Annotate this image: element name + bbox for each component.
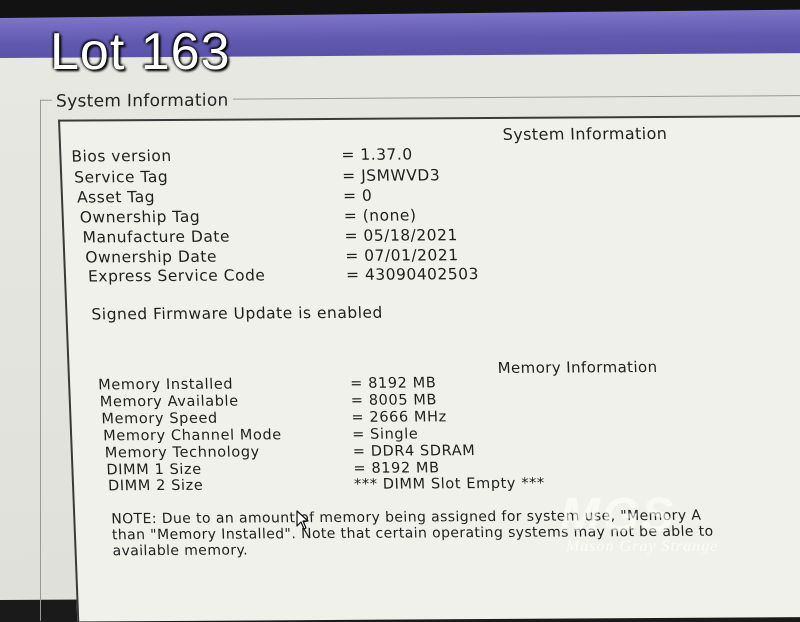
info-label: Ownership Date bbox=[84, 247, 218, 267]
memory-label: Memory Technology bbox=[104, 444, 261, 462]
info-value: = 0 bbox=[342, 186, 373, 205]
watermark-subtitle: Mason Gray Strange bbox=[566, 538, 719, 555]
memory-info-heading: Memory Information bbox=[497, 357, 658, 377]
info-value: = 43090402503 bbox=[345, 265, 480, 284]
memory-value: = Single bbox=[351, 426, 419, 443]
memory-value: = 2666 MHz bbox=[351, 409, 448, 426]
memory-label: DIMM 1 Size bbox=[106, 461, 203, 479]
info-value: = 1.37.0 bbox=[341, 145, 413, 164]
info-label: Service Tag bbox=[73, 167, 169, 187]
info-value: = 05/18/2021 bbox=[344, 226, 459, 245]
signed-firmware-status: Signed Firmware Update is enabled bbox=[91, 303, 384, 324]
memory-label: Memory Channel Mode bbox=[102, 427, 283, 445]
info-value: = JSMWVD3 bbox=[341, 166, 441, 185]
info-label: Ownership Tag bbox=[79, 207, 201, 227]
system-info-heading: System Information bbox=[502, 123, 668, 144]
info-value: = (none) bbox=[343, 206, 417, 225]
memory-label: Memory Available bbox=[99, 393, 239, 411]
memory-value: = DDR4 SDRAM bbox=[352, 443, 476, 460]
memory-label: DIMM 2 Size bbox=[107, 477, 204, 495]
info-value: = 07/01/2021 bbox=[344, 246, 459, 265]
memory-value: = 8005 MB bbox=[350, 392, 438, 409]
info-label: Manufacture Date bbox=[82, 227, 231, 247]
info-label: Bios version bbox=[71, 146, 172, 166]
watermark-logo: MGS bbox=[560, 489, 676, 542]
memory-value: = 8192 MB bbox=[353, 460, 440, 477]
info-label: Express Service Code bbox=[87, 266, 266, 286]
memory-value: *** DIMM Slot Empty *** bbox=[353, 475, 546, 493]
mouse-pointer-icon bbox=[296, 510, 310, 530]
lot-number-overlay: Lot 163 bbox=[50, 23, 231, 81]
memory-value: = 8192 MB bbox=[349, 375, 437, 392]
info-label: Asset Tag bbox=[76, 188, 156, 207]
watermark: MGS Mason Gray Strange bbox=[560, 488, 760, 558]
memory-label: Memory Speed bbox=[101, 410, 219, 428]
groupbox-label: System Information bbox=[52, 90, 233, 112]
memory-label: Memory Installed bbox=[97, 376, 234, 394]
